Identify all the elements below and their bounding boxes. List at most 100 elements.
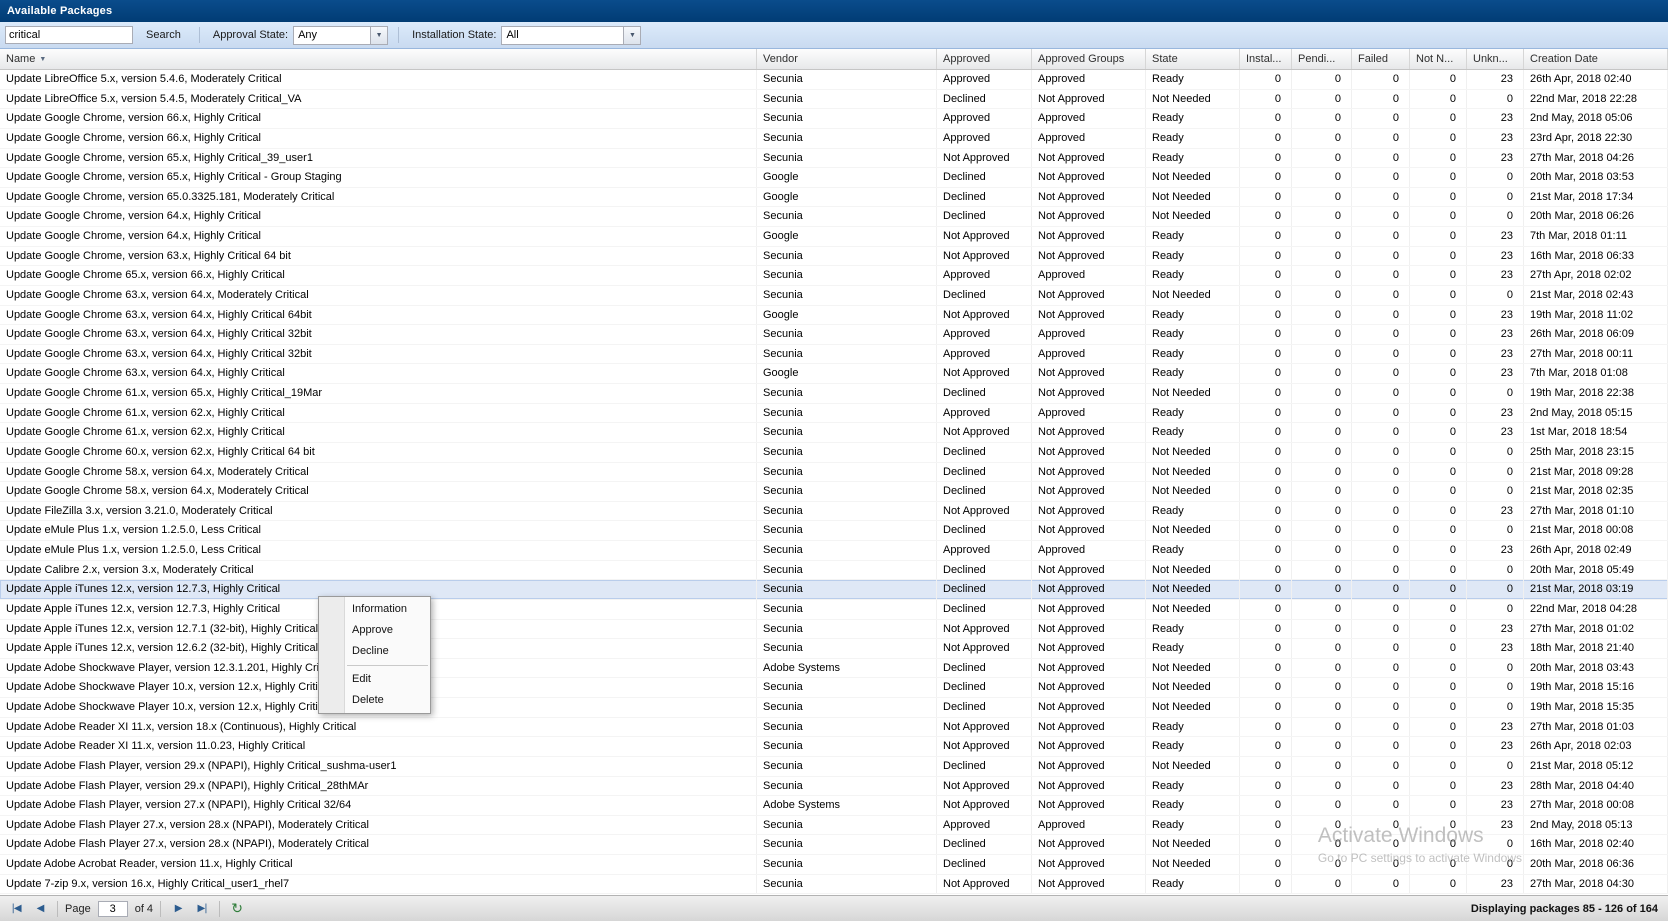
column-header-installed[interactable]: Instal...: [1240, 49, 1292, 69]
table-row[interactable]: Update Google Chrome 65.x, version 66.x,…: [0, 266, 1668, 286]
table-row[interactable]: Update Adobe Flash Player 27.x, version …: [0, 816, 1668, 836]
next-page-button[interactable]: ▶: [168, 899, 188, 919]
table-row[interactable]: Update Adobe Flash Player 27.x, version …: [0, 835, 1668, 855]
approval-state-select[interactable]: Any ▼: [293, 26, 388, 45]
cell-failed: 0: [1352, 70, 1410, 89]
cell-state: Ready: [1146, 227, 1240, 246]
table-row[interactable]: Update Google Chrome 58.x, version 64.x,…: [0, 463, 1668, 483]
table-row[interactable]: Update Google Chrome, version 64.x, High…: [0, 227, 1668, 247]
cell-state: Ready: [1146, 364, 1240, 383]
table-row[interactable]: Update eMule Plus 1.x, version 1.2.5.0, …: [0, 521, 1668, 541]
table-row[interactable]: Update Adobe Flash Player, version 29.x …: [0, 757, 1668, 777]
table-row[interactable]: Update Adobe Reader XI 11.x, version 11.…: [0, 737, 1668, 757]
paging-separator: [160, 901, 161, 917]
cell-unknown: 0: [1467, 90, 1524, 109]
table-row[interactable]: Update Adobe Acrobat Reader, version 11.…: [0, 855, 1668, 875]
cell-vendor: Secunia: [757, 737, 937, 756]
table-row[interactable]: Update Google Chrome, version 66.x, High…: [0, 109, 1668, 129]
table-row[interactable]: Update Google Chrome 63.x, version 64.x,…: [0, 325, 1668, 345]
table-row[interactable]: Update Google Chrome, version 63.x, High…: [0, 247, 1668, 267]
cell-installed: 0: [1240, 816, 1292, 835]
cell-failed: 0: [1352, 620, 1410, 639]
table-row[interactable]: Update Google Chrome, version 66.x, High…: [0, 129, 1668, 149]
cell-approved_groups: Approved: [1032, 816, 1146, 835]
table-row[interactable]: Update Apple iTunes 12.x, version 12.6.2…: [0, 639, 1668, 659]
cell-state: Ready: [1146, 247, 1240, 266]
cell-vendor: Secunia: [757, 600, 937, 619]
table-row[interactable]: Update Apple iTunes 12.x, version 12.7.3…: [0, 580, 1668, 600]
table-row[interactable]: Update Google Chrome, version 64.x, High…: [0, 207, 1668, 227]
table-row[interactable]: Update LibreOffice 5.x, version 5.4.6, M…: [0, 70, 1668, 90]
table-row[interactable]: Update Google Chrome 60.x, version 62.x,…: [0, 443, 1668, 463]
table-row[interactable]: Update Google Chrome 63.x, version 64.x,…: [0, 364, 1668, 384]
search-button[interactable]: Search: [138, 26, 189, 44]
table-row[interactable]: Update Google Chrome, version 65.x, High…: [0, 168, 1668, 188]
cell-approved: Declined: [937, 659, 1032, 678]
table-row[interactable]: Update Google Chrome 61.x, version 65.x,…: [0, 384, 1668, 404]
cell-installed: 0: [1240, 737, 1292, 756]
cell-state: Ready: [1146, 306, 1240, 325]
cell-vendor: Secunia: [757, 757, 937, 776]
last-page-button[interactable]: ▶|: [192, 899, 212, 919]
table-row[interactable]: Update Apple iTunes 12.x, version 12.7.1…: [0, 620, 1668, 640]
table-row[interactable]: Update Google Chrome 58.x, version 64.x,…: [0, 482, 1668, 502]
prev-page-button[interactable]: ◀: [30, 899, 50, 919]
chevron-down-icon[interactable]: ▼: [623, 27, 640, 44]
table-row[interactable]: Update FileZilla 3.x, version 3.21.0, Mo…: [0, 502, 1668, 522]
column-header-state[interactable]: State: [1146, 49, 1240, 69]
cell-name: Update eMule Plus 1.x, version 1.2.5.0, …: [0, 521, 757, 540]
search-input[interactable]: [5, 26, 133, 44]
table-row[interactable]: Update Google Chrome 61.x, version 62.x,…: [0, 423, 1668, 443]
cell-approved: Declined: [937, 561, 1032, 580]
table-row[interactable]: Update Google Chrome 63.x, version 64.x,…: [0, 286, 1668, 306]
column-header-unknown[interactable]: Unkn...: [1467, 49, 1524, 69]
table-row[interactable]: Update Adobe Shockwave Player 10.x, vers…: [0, 678, 1668, 698]
cell-failed: 0: [1352, 423, 1410, 442]
table-row[interactable]: Update Google Chrome 61.x, version 62.x,…: [0, 404, 1668, 424]
cell-not_needed: 0: [1410, 286, 1467, 305]
installation-state-select[interactable]: All ▼: [501, 26, 641, 45]
table-row[interactable]: Update Adobe Flash Player, version 29.x …: [0, 777, 1668, 797]
menu-item-edit[interactable]: Edit: [319, 669, 430, 690]
column-header-approved_groups[interactable]: Approved Groups: [1032, 49, 1146, 69]
table-row[interactable]: Update Calibre 2.x, version 3.x, Moderat…: [0, 561, 1668, 581]
page-number-input[interactable]: [98, 901, 128, 917]
chevron-down-icon[interactable]: ▼: [370, 27, 387, 44]
column-header-vendor[interactable]: Vendor: [757, 49, 937, 69]
cell-state: Not Needed: [1146, 757, 1240, 776]
column-header-creation_date[interactable]: Creation Date: [1524, 49, 1668, 69]
sort-desc-icon: ▼: [39, 56, 46, 63]
table-row[interactable]: Update Google Chrome 63.x, version 64.x,…: [0, 306, 1668, 326]
cell-failed: 0: [1352, 188, 1410, 207]
table-row[interactable]: Update eMule Plus 1.x, version 1.2.5.0, …: [0, 541, 1668, 561]
cell-installed: 0: [1240, 404, 1292, 423]
cell-failed: 0: [1352, 168, 1410, 187]
table-row[interactable]: Update Google Chrome, version 65.x, High…: [0, 149, 1668, 169]
column-header-approved[interactable]: Approved: [937, 49, 1032, 69]
refresh-icon[interactable]: ↻: [227, 899, 247, 919]
cell-failed: 0: [1352, 109, 1410, 128]
column-header-not_needed[interactable]: Not N...: [1410, 49, 1467, 69]
cell-name: Update Google Chrome 63.x, version 64.x,…: [0, 286, 757, 305]
column-header-name[interactable]: Name▼: [0, 49, 757, 69]
table-row[interactable]: Update Google Chrome, version 65.0.3325.…: [0, 188, 1668, 208]
table-row[interactable]: Update LibreOffice 5.x, version 5.4.5, M…: [0, 90, 1668, 110]
column-header-pending[interactable]: Pendi...: [1292, 49, 1352, 69]
table-row[interactable]: Update Adobe Shockwave Player 10.x, vers…: [0, 698, 1668, 718]
table-row[interactable]: Update Apple iTunes 12.x, version 12.7.3…: [0, 600, 1668, 620]
cell-vendor: Secunia: [757, 561, 937, 580]
table-row[interactable]: Update Adobe Shockwave Player, version 1…: [0, 659, 1668, 679]
menu-item-information[interactable]: Information: [319, 599, 430, 620]
first-page-button[interactable]: |◀: [6, 899, 26, 919]
menu-item-approve[interactable]: Approve: [319, 620, 430, 641]
cell-state: Not Needed: [1146, 521, 1240, 540]
table-row[interactable]: Update 7-zip 9.x, version 16.x, Highly C…: [0, 875, 1668, 895]
cell-not_needed: 0: [1410, 306, 1467, 325]
column-header-failed[interactable]: Failed: [1352, 49, 1410, 69]
table-row[interactable]: Update Adobe Flash Player, version 27.x …: [0, 796, 1668, 816]
menu-item-delete[interactable]: Delete: [319, 690, 430, 711]
table-row[interactable]: Update Google Chrome 63.x, version 64.x,…: [0, 345, 1668, 365]
cell-pending: 0: [1292, 698, 1352, 717]
table-row[interactable]: Update Adobe Reader XI 11.x, version 18.…: [0, 718, 1668, 738]
menu-item-decline[interactable]: Decline: [319, 641, 430, 662]
